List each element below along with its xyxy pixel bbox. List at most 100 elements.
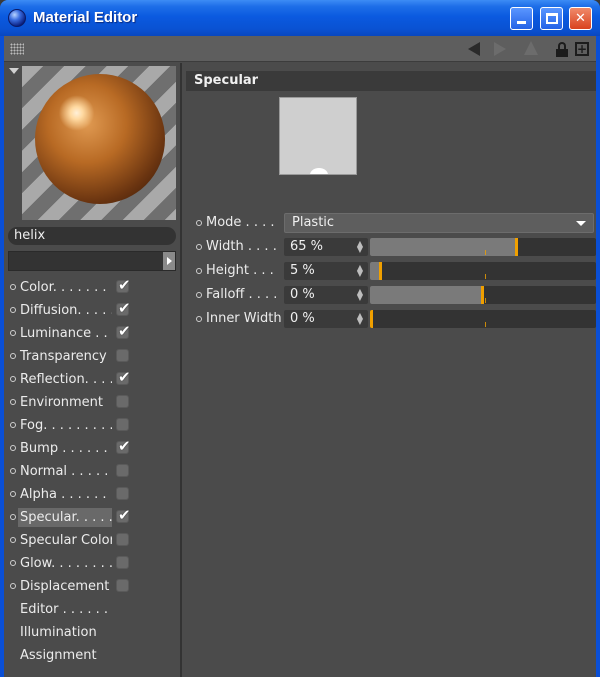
channel-checkbox[interactable] — [116, 368, 131, 386]
new-window-icon[interactable]: + — [575, 42, 589, 56]
specular-preview — [279, 97, 357, 175]
channel-dot-icon — [10, 514, 16, 520]
maximize-icon — [545, 13, 558, 24]
inner-width-label: Inner Width — [206, 311, 282, 326]
channel-checkbox[interactable] — [116, 322, 131, 340]
mode-value: Plastic — [292, 215, 335, 230]
up-arrow-icon[interactable] — [524, 41, 538, 55]
channel-glow[interactable]: Glow. . . . . . . . — [4, 552, 182, 575]
spinner-icon[interactable]: ▲ ▼ — [357, 264, 363, 278]
minimize-icon — [517, 21, 526, 24]
channel-transparency[interactable]: Transparency — [4, 345, 182, 368]
falloff-input[interactable]: 0 % ▲ ▼ — [284, 286, 368, 304]
lock-icon[interactable] — [555, 42, 569, 57]
falloff-row: Falloff . . . . 0 % ▲ ▼ — [186, 285, 596, 305]
channel-dot-icon — [10, 307, 16, 313]
channel-fog[interactable]: Fog. . . . . . . . . . — [4, 414, 182, 437]
param-dot-icon[interactable] — [196, 220, 202, 226]
chevron-right-icon — [166, 257, 172, 265]
channel-dot-icon — [10, 445, 16, 451]
toolbar: + — [4, 36, 596, 62]
channel-bump[interactable]: Bump . . . . . . . — [4, 437, 182, 460]
height-input[interactable]: 5 % ▲ ▼ — [284, 262, 368, 280]
channel-dot-icon — [10, 491, 16, 497]
slider-handle[interactable] — [481, 286, 484, 304]
spinner-icon[interactable]: ▲ ▼ — [357, 312, 363, 326]
slider-handle[interactable] — [515, 238, 518, 256]
preview-menu-arrow-icon[interactable] — [9, 68, 19, 74]
param-dot-icon[interactable] — [196, 244, 202, 250]
material-select-field[interactable] — [8, 251, 176, 271]
channel-normal[interactable]: Normal . . . . . . — [4, 460, 182, 483]
client-area: + helix Color. . . . . . . . Diffusion. … — [4, 36, 596, 677]
title-bar[interactable]: Material Editor ✕ — [0, 0, 600, 36]
channel-displacement[interactable]: Displacement — [4, 575, 182, 598]
slider-handle[interactable] — [370, 310, 373, 328]
inner-width-row: Inner Width 0 % ▲ ▼ — [186, 309, 596, 329]
item-assignment[interactable]: Assignment — [4, 644, 182, 667]
channel-checkbox[interactable] — [116, 299, 131, 317]
slider-handle[interactable] — [379, 262, 382, 280]
param-dot-icon[interactable] — [196, 268, 202, 274]
param-dot-icon[interactable] — [196, 292, 202, 298]
channel-checkbox[interactable] — [116, 506, 131, 524]
channel-dot-icon — [10, 399, 16, 405]
channel-dot-icon — [10, 284, 16, 290]
channel-checkbox[interactable] — [116, 418, 129, 431]
minimize-button[interactable] — [510, 7, 533, 30]
item-editor[interactable]: Editor . . . . . . . — [4, 598, 182, 621]
material-preview[interactable] — [22, 66, 176, 220]
param-dot-icon[interactable] — [196, 316, 202, 322]
cinema4d-app-icon — [8, 9, 26, 27]
channel-environment[interactable]: Environment — [4, 391, 182, 414]
select-arrow-button[interactable] — [163, 252, 175, 270]
maximize-button[interactable] — [540, 7, 563, 30]
channel-diffusion[interactable]: Diffusion. . . . . . — [4, 299, 182, 322]
channel-dot-icon — [10, 330, 16, 336]
chevron-down-icon — [576, 221, 586, 226]
inner-width-slider[interactable] — [370, 310, 596, 328]
material-editor-window: Material Editor ✕ + helix Color. . . . .… — [0, 0, 600, 677]
channel-dot-icon — [10, 468, 16, 474]
preview-sphere — [35, 74, 165, 204]
spinner-icon[interactable]: ▲ ▼ — [357, 240, 363, 254]
back-arrow-icon[interactable] — [468, 42, 480, 56]
width-label: Width . . . . — [206, 239, 277, 254]
spinner-icon[interactable]: ▲ ▼ — [357, 288, 363, 302]
width-row: Width . . . . 65 % ▲ ▼ — [186, 237, 596, 257]
channel-checkbox[interactable] — [116, 487, 129, 500]
channel-reflection[interactable]: Reflection. . . . — [4, 368, 182, 391]
height-slider[interactable] — [370, 262, 596, 280]
channel-specular[interactable]: Specular. . . . . — [4, 506, 182, 529]
channel-luminance[interactable]: Luminance . . . — [4, 322, 182, 345]
close-button[interactable]: ✕ — [569, 7, 592, 30]
mode-row: Mode . . . . Plastic — [186, 213, 596, 233]
inner-width-input[interactable]: 0 % ▲ ▼ — [284, 310, 368, 328]
channel-checkbox[interactable] — [116, 276, 131, 294]
attributes-panel: Specular Mode . . . . Plastic Width . . … — [186, 63, 596, 677]
channel-checkbox[interactable] — [116, 349, 129, 362]
channel-checkbox[interactable] — [116, 395, 129, 408]
channel-checkbox[interactable] — [116, 464, 129, 477]
width-input[interactable]: 65 % ▲ ▼ — [284, 238, 368, 256]
channel-alpha[interactable]: Alpha . . . . . . . — [4, 483, 182, 506]
grip-handle-icon[interactable] — [10, 43, 24, 55]
material-name-field[interactable]: helix — [8, 227, 176, 245]
channel-list: Color. . . . . . . . Diffusion. . . . . … — [4, 276, 182, 667]
mode-dropdown[interactable]: Plastic — [284, 213, 594, 233]
channel-dot-icon — [10, 537, 16, 543]
falloff-slider[interactable] — [370, 286, 596, 304]
channel-specular-color[interactable]: Specular Color — [4, 529, 182, 552]
channel-dot-icon — [10, 560, 16, 566]
height-row: Height . . . 5 % ▲ ▼ — [186, 261, 596, 281]
channel-color[interactable]: Color. . . . . . . . — [4, 276, 182, 299]
channel-checkbox[interactable] — [116, 437, 131, 455]
width-slider[interactable] — [370, 238, 596, 256]
forward-arrow-icon[interactable] — [494, 42, 506, 56]
channel-dot-icon — [10, 422, 16, 428]
channel-dot-icon — [10, 583, 16, 589]
channel-checkbox[interactable] — [116, 579, 129, 592]
channel-checkbox[interactable] — [116, 556, 129, 569]
item-illumination[interactable]: Illumination — [4, 621, 182, 644]
channel-checkbox[interactable] — [116, 533, 129, 546]
